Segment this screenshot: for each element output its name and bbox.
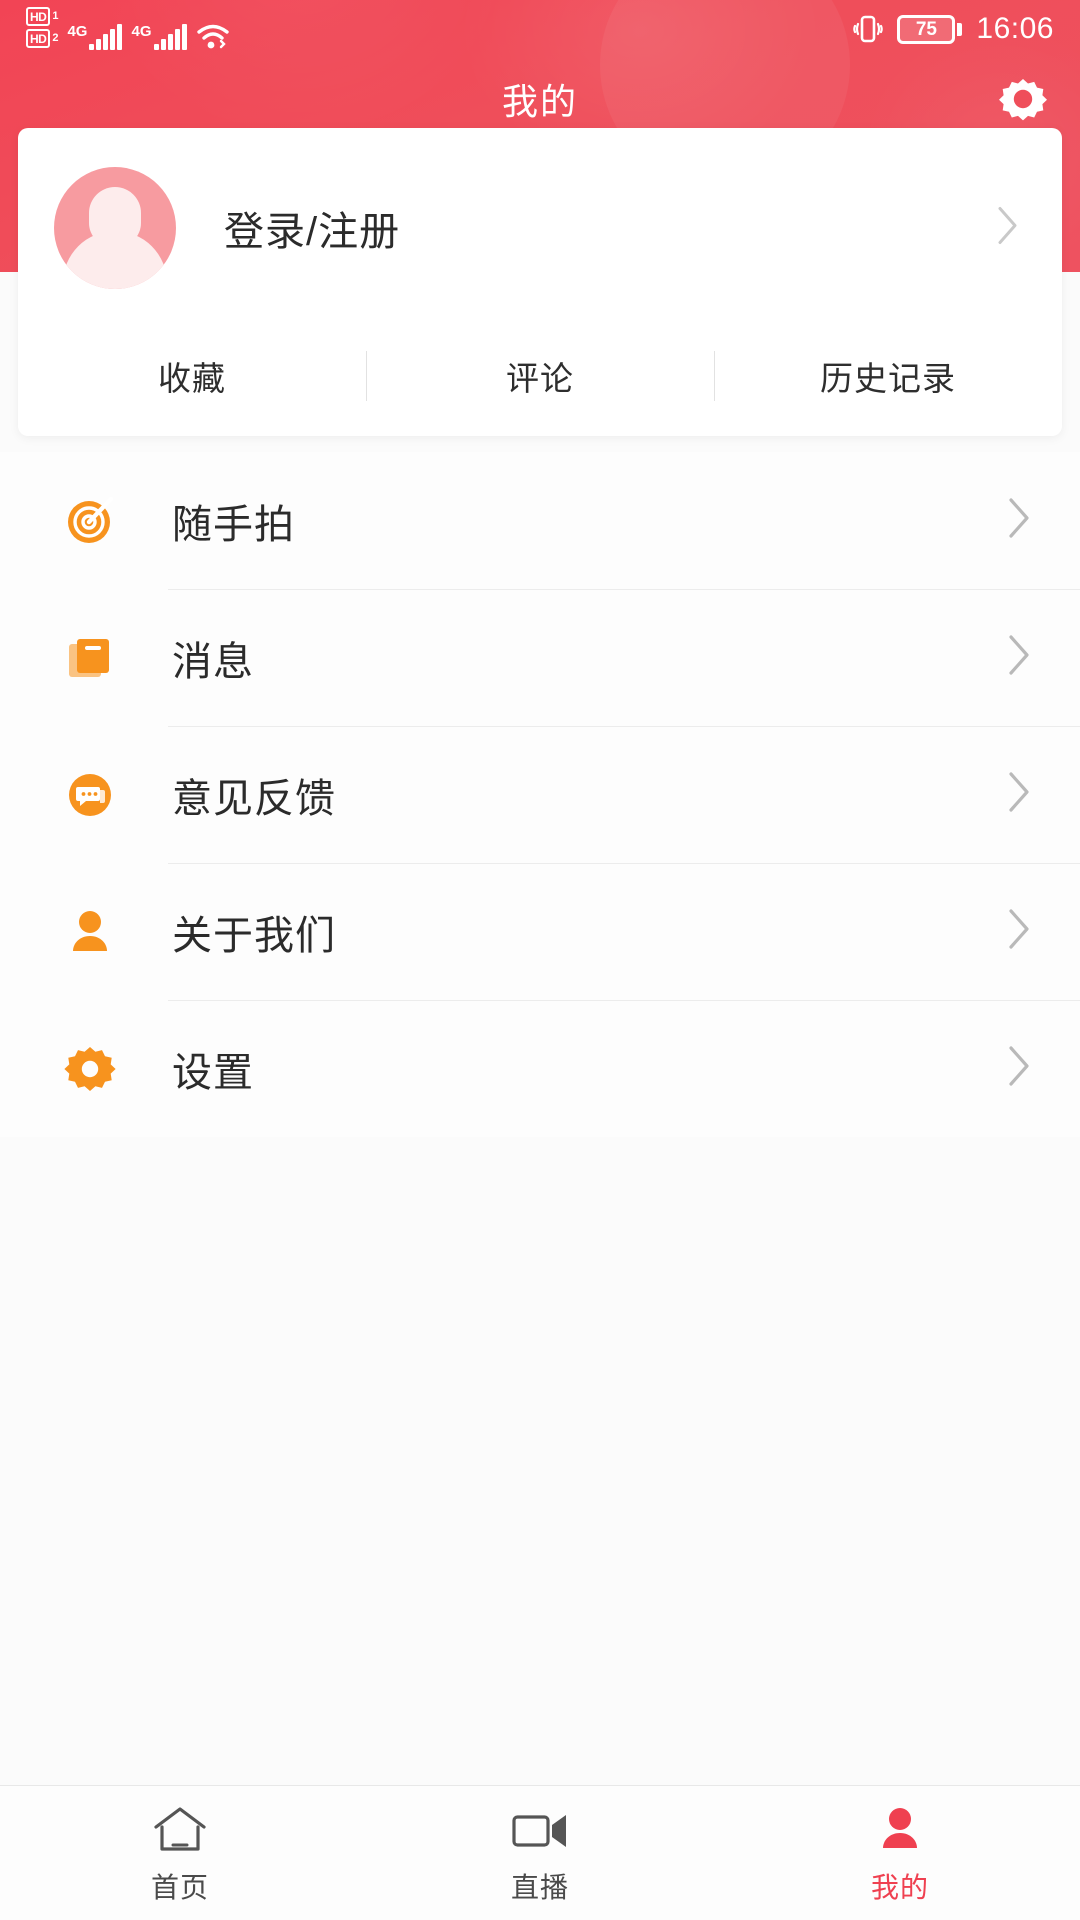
signal-bars-icon-2 [153,24,187,50]
menu-item-feedback[interactable]: 意见反馈 [0,726,1080,863]
chevron-right-icon [1006,769,1032,820]
menu-item-settings[interactable]: 设置 [0,1000,1080,1137]
chat-bubble-icon [62,767,118,823]
gear-icon [62,1041,118,1097]
menu-item-about-us-label: 关于我们 [172,913,336,958]
tab-comments[interactable]: 评论 [366,347,714,405]
network-type-label-1: 4G [67,23,88,40]
target-camera-icon [62,493,118,549]
hd1-sim-number: 1 [52,10,59,22]
menu-list: 随手拍 消息 意见反馈 关于我们 设置 [0,452,1080,1137]
signal-bars-icon-1 [89,24,123,50]
login-row[interactable]: 登录/注册 [18,128,1062,328]
profile-card: 登录/注册 收藏 评论 历史记录 [18,128,1062,436]
hd1-label: HD [26,7,51,26]
home-icon [151,1804,209,1856]
nav-item-live-label: 直播 [510,1872,569,1903]
status-bar: HD 1 HD 2 4G 4G 75 16:06 [0,0,1080,58]
video-camera-icon [508,1804,572,1856]
battery-level-label: 75 [897,14,956,44]
tab-history[interactable]: 历史记录 [714,347,1062,405]
avatar[interactable] [54,167,176,289]
hd1-indicator: HD 1 [26,7,58,26]
nav-item-home-label: 首页 [150,1872,209,1903]
status-bar-right: 75 16:06 [853,12,1054,46]
menu-item-snapshot-label: 随手拍 [172,502,295,547]
menu-item-settings-label: 设置 [172,1050,254,1095]
tab-history-label: 历史记录 [820,360,956,397]
app-root: HD 1 HD 2 4G 4G 75 16:06 我的 登录/注册 收藏 评论 … [0,0,1080,1920]
chevron-right-icon [1006,1043,1032,1094]
tab-favorites-label: 收藏 [158,360,226,397]
battery-cap-icon [957,22,963,36]
chevron-right-icon [1006,632,1032,683]
book-message-icon [62,630,118,686]
status-bar-left: HD 1 HD 2 4G 4G [26,4,230,54]
signal-indicator-sim2: 4G [131,23,187,50]
person-filled-icon [874,1804,926,1856]
chevron-right-icon [1006,495,1032,546]
settings-button[interactable] [992,68,1054,130]
menu-item-about-us[interactable]: 关于我们 [0,863,1080,1000]
nav-item-mine[interactable]: 我的 [720,1804,1080,1906]
menu-item-messages-label: 消息 [172,639,254,684]
gear-icon [999,79,1047,121]
login-register-label: 登录/注册 [224,210,401,254]
bottom-navigation-bar: 首页 直播 我的 [0,1785,1080,1920]
battery-indicator: 75 [897,14,963,44]
signal-indicator-sim1: 4G [67,23,123,50]
dual-sim-hd-indicator: HD 1 HD 2 [26,7,58,50]
nav-item-mine-label: 我的 [870,1872,929,1903]
vibrate-icon [853,12,884,46]
profile-tabs: 收藏 评论 历史记录 [18,328,1062,424]
hd2-label: HD [26,29,51,48]
tab-comments-label: 评论 [506,360,574,397]
nav-item-live[interactable]: 直播 [360,1804,720,1906]
menu-item-snapshot[interactable]: 随手拍 [0,452,1080,589]
page-title: 我的 [501,81,578,122]
hd2-sim-number: 2 [52,32,59,44]
wifi-icon [196,24,230,50]
tab-favorites[interactable]: 收藏 [18,347,366,405]
avatar-body-shape [63,231,167,289]
menu-item-feedback-label: 意见反馈 [172,776,336,821]
hd2-indicator: HD 2 [26,29,58,48]
menu-item-messages[interactable]: 消息 [0,589,1080,726]
network-type-label-2: 4G [131,23,152,40]
nav-item-home[interactable]: 首页 [0,1804,360,1906]
chevron-right-icon [996,205,1020,252]
person-icon [62,904,118,960]
clock-label: 16:06 [976,12,1054,45]
chevron-right-icon [1006,906,1032,957]
title-bar: 我的 [0,58,1080,140]
